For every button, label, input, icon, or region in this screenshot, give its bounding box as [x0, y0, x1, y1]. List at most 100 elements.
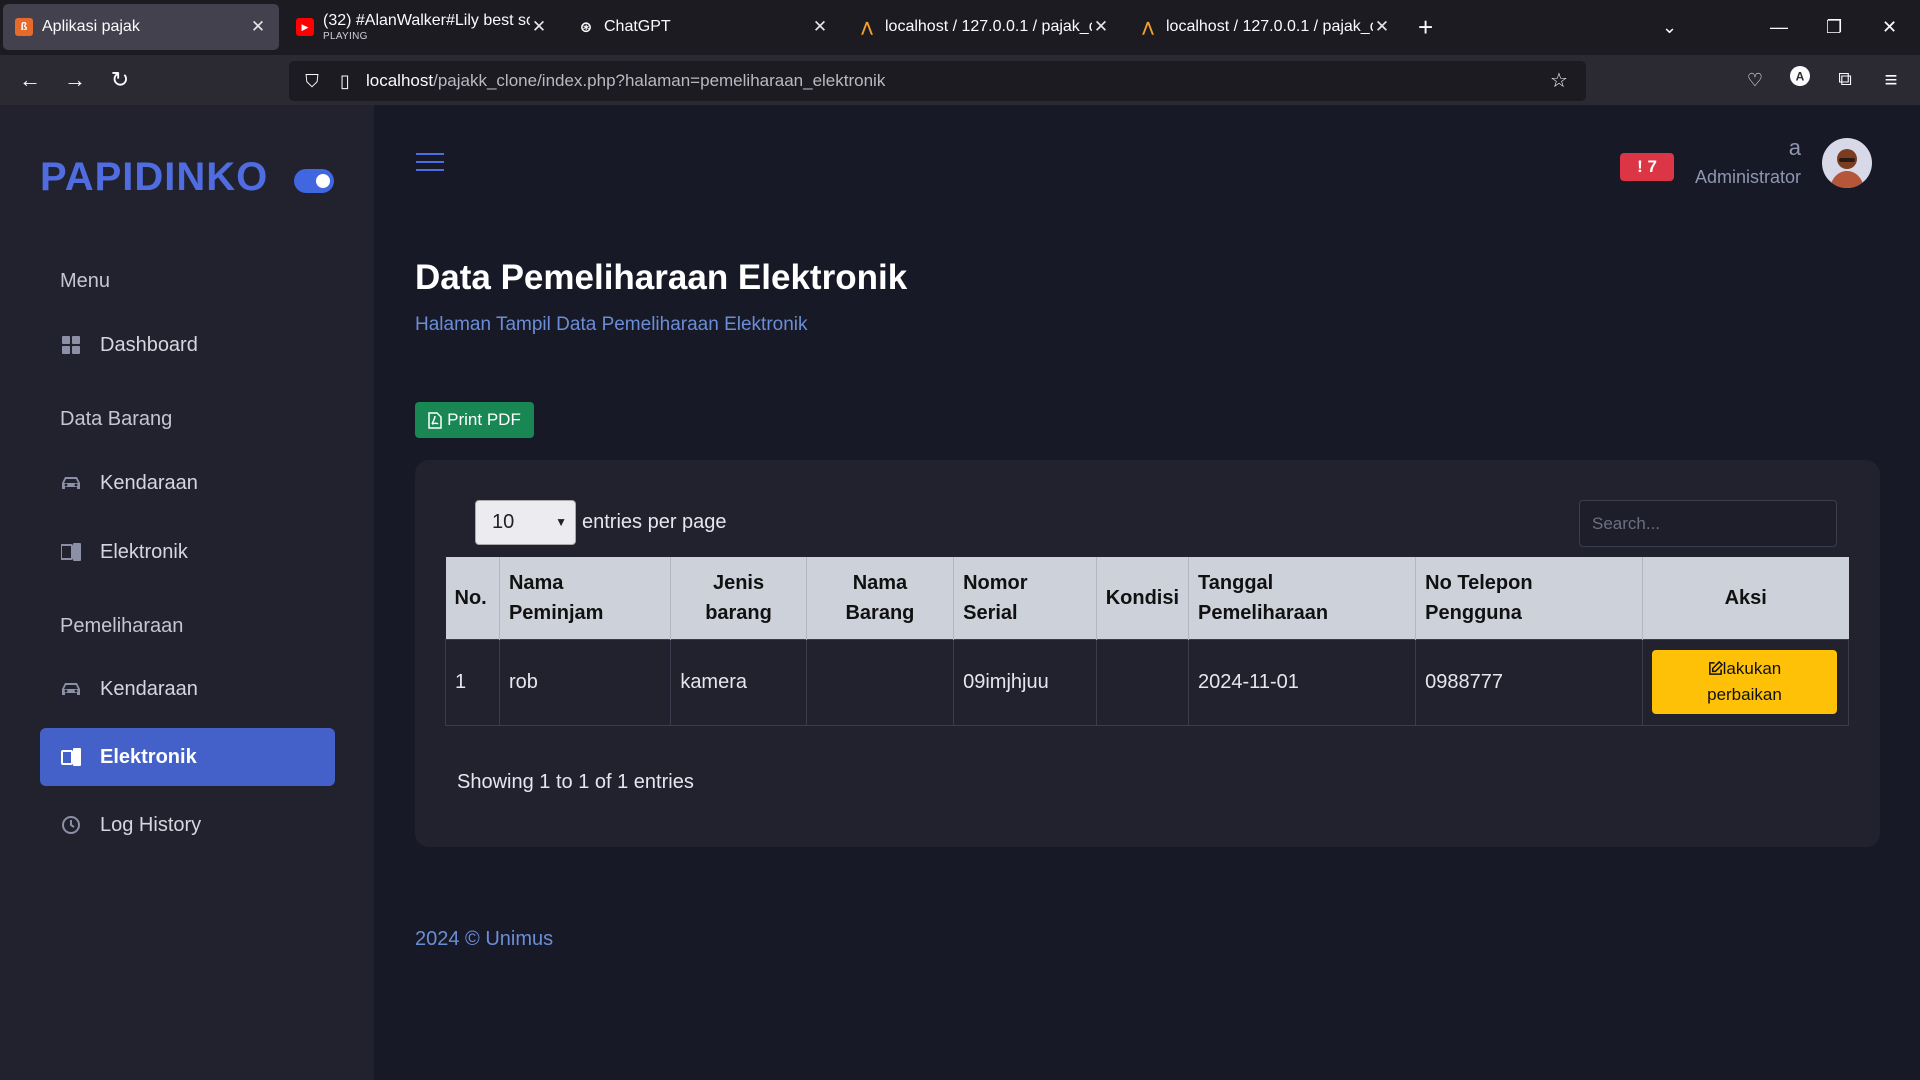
tab-title: ChatGPT	[604, 18, 671, 35]
footer-text: 2024 © Unimus	[415, 928, 554, 950]
youtube-icon: ▶	[296, 18, 314, 36]
car-icon	[60, 472, 82, 494]
tab-title: (32) #AlanWalker#Lily best son	[323, 12, 530, 29]
url-host: localhost	[366, 71, 434, 90]
bookmark-star-icon[interactable]: ☆	[1544, 66, 1574, 96]
pocket-icon[interactable]: ♡	[1740, 65, 1770, 95]
close-tab-icon[interactable]: ✕	[530, 17, 548, 37]
minimize-icon[interactable]: —	[1770, 12, 1788, 42]
column-header[interactable]: Nama Barang	[805, 557, 954, 639]
reload-icon[interactable]: ↻	[105, 65, 135, 95]
chatgpt-icon: ⊛	[579, 19, 593, 36]
cell-nama-barang	[805, 638, 955, 726]
column-header[interactable]: Aksi	[1641, 557, 1849, 639]
close-tab-icon[interactable]: ✕	[1373, 17, 1391, 37]
page-title: Data Pemeliharaan Elektronik	[415, 258, 908, 297]
sidebar-item-label: Log History	[100, 813, 202, 836]
close-window-icon[interactable]: ✕	[1882, 12, 1897, 42]
forward-icon[interactable]: →	[60, 65, 90, 95]
tab-aplikasi-pajak[interactable]: ß Aplikasi pajak ✕	[3, 4, 279, 50]
url-bar[interactable]: ⛉ ▯ localhost/pajakk_clone/index.php?hal…	[289, 61, 1586, 101]
brand-logo[interactable]: PAPIDINKO	[40, 155, 268, 200]
column-header[interactable]: No Telepon Pengguna	[1415, 557, 1643, 639]
table-header-row: No. Nama Peminjam Jenis barang Nama Bara…	[445, 557, 1849, 639]
tab-phpmyadmin-1[interactable]: ⋀ localhost / 127.0.0.1 / pajak_db ✕	[846, 4, 1122, 50]
cell-no: 1	[445, 638, 500, 726]
entries-per-page-select[interactable]: 10 ▼	[475, 500, 576, 545]
menu-heading: Menu	[60, 270, 111, 292]
column-header[interactable]: Nomor Serial	[953, 557, 1097, 639]
phpmyadmin-icon: ⋀	[861, 18, 873, 35]
browser-nav-bar: ← → ↻ ⛉ ▯ localhost/pajakk_clone/index.p…	[0, 55, 1920, 105]
back-icon[interactable]: ←	[15, 65, 45, 95]
per-page-label: entries per page	[582, 511, 727, 533]
notification-badge[interactable]: ! 7	[1620, 153, 1674, 181]
app-menu-icon[interactable]: ≡	[1876, 65, 1906, 95]
close-tab-icon[interactable]: ✕	[1092, 17, 1110, 37]
extensions-icon[interactable]: ⧉	[1830, 65, 1860, 95]
cell-nomor-serial: 09imjhjuu	[953, 638, 1097, 726]
cell-aksi: lakukan perbaikan	[1641, 638, 1850, 726]
file-pdf-icon	[428, 411, 442, 429]
list-all-tabs-icon[interactable]: ⌄	[1662, 12, 1677, 42]
column-header[interactable]: Tanggal Pemeliharaan	[1188, 557, 1416, 639]
sidebar-item-label: Elektronik	[100, 540, 188, 563]
sidebar-item-dashboard[interactable]: Dashboard	[40, 316, 335, 374]
cell-jenis-barang: kamera	[670, 638, 807, 726]
tab-youtube[interactable]: ▶ (32) #AlanWalker#Lily best son PLAYING…	[284, 4, 560, 50]
print-pdf-label: Print PDF	[447, 410, 521, 429]
close-tab-icon[interactable]: ✕	[249, 17, 267, 37]
cell-kondisi	[1095, 638, 1190, 726]
shield-icon[interactable]: ⛉	[297, 66, 327, 96]
url-path: /pajakk_clone/index.php?halaman=pemeliha…	[433, 71, 886, 90]
table-info: Showing 1 to 1 of 1 entries	[457, 771, 694, 793]
sidebar-item-pemeliharaan-elektronik[interactable]: Elektronik	[40, 728, 335, 786]
table-row: 1 rob kamera 09imjhjuu 2024-11-01 098877…	[445, 638, 1850, 726]
svg-text:A: A	[1796, 70, 1805, 84]
sidebar-item-label: Dashboard	[100, 333, 198, 356]
chevron-down-icon: ▼	[555, 515, 567, 529]
tab-title-group: (32) #AlanWalker#Lily best son PLAYING	[323, 12, 530, 42]
devices-icon	[60, 746, 82, 768]
new-tab-icon[interactable]: +	[1418, 12, 1433, 42]
lakukan-perbaikan-button[interactable]: lakukan perbaikan	[1651, 650, 1837, 714]
sidebar-item-label: Kendaraan	[100, 471, 198, 494]
data-table-card: 10 ▼ entries per page Search... No. Nama…	[415, 460, 1880, 847]
data-table: No. Nama Peminjam Jenis barang Nama Bara…	[445, 557, 1850, 726]
search-input[interactable]: Search...	[1579, 500, 1837, 547]
sidebar-item-log-history[interactable]: Log History	[40, 796, 335, 854]
pemeliharaan-heading: Pemeliharaan	[60, 615, 184, 637]
devices-icon	[60, 541, 82, 563]
edit-icon	[1708, 660, 1723, 675]
close-tab-icon[interactable]: ✕	[811, 17, 829, 37]
action-content: lakukan perbaikan	[1669, 656, 1819, 708]
tab-chatgpt[interactable]: ⊛ ChatGPT ✕	[565, 4, 841, 50]
page-subtitle: Halaman Tampil Data Pemeliharaan Elektro…	[415, 314, 808, 335]
sidebar: PAPIDINKO Menu Dashboard Data Barang Ken…	[0, 105, 374, 1080]
sidebar-item-elektronik[interactable]: Elektronik	[40, 523, 335, 581]
user-name: a	[1788, 135, 1801, 160]
browser-tab-bar: ß Aplikasi pajak ✕ ▶ (32) #AlanWalker#Li…	[0, 0, 1920, 55]
tab-phpmyadmin-2[interactable]: ⋀ localhost / 127.0.0.1 / pajak_db ✕	[1127, 4, 1403, 50]
tab-title: localhost / 127.0.0.1 / pajak_db	[1166, 18, 1373, 35]
phpmyadmin-icon: ⋀	[1142, 18, 1154, 35]
sidebar-item-pemeliharaan-kendaraan[interactable]: Kendaraan	[40, 660, 335, 718]
account-icon[interactable]: A	[1785, 65, 1815, 95]
cell-tanggal: 2024-11-01	[1188, 638, 1417, 726]
page-icon: ▯	[340, 71, 350, 91]
cell-telepon: 0988777	[1415, 638, 1643, 726]
toggle-knob	[316, 174, 330, 188]
clock-icon	[60, 814, 82, 836]
column-header[interactable]: No.	[445, 557, 500, 639]
print-pdf-button[interactable]: Print PDF	[415, 402, 534, 438]
tab-title: Aplikasi pajak	[42, 18, 140, 35]
sidebar-item-kendaraan[interactable]: Kendaraan	[40, 454, 335, 512]
column-header[interactable]: Nama Peminjam	[498, 557, 671, 639]
avatar[interactable]	[1822, 138, 1872, 188]
theme-toggle[interactable]	[294, 169, 334, 193]
column-header[interactable]: Jenis barang	[670, 557, 807, 639]
tab-title: localhost / 127.0.0.1 / pajak_db	[885, 18, 1092, 35]
column-header[interactable]: Kondisi	[1095, 557, 1189, 639]
restore-icon[interactable]: ❐	[1826, 12, 1842, 42]
hamburger-menu-icon[interactable]	[416, 153, 444, 175]
